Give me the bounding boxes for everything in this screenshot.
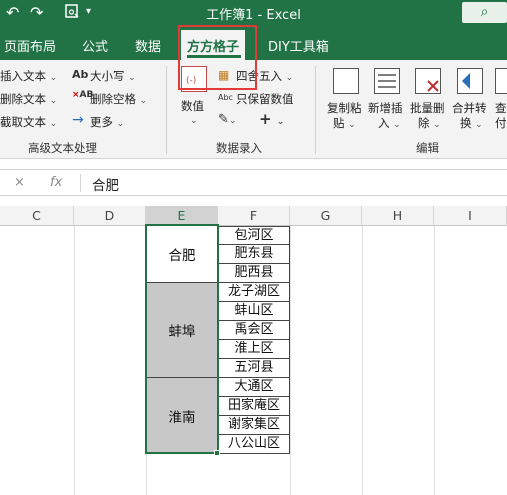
cell-f[interactable]: 淮上区: [218, 340, 290, 359]
grid-line: [74, 226, 75, 495]
batch-delete-button[interactable]: 批量删: [410, 100, 445, 116]
column-header-g[interactable]: G: [290, 206, 362, 226]
case-icon: Ab: [72, 68, 89, 81]
insert-button[interactable]: 新增插: [368, 100, 403, 116]
plus-icon[interactable]: + ⌄: [259, 110, 284, 128]
tab-formulas[interactable]: 公式: [82, 36, 108, 55]
cell-f[interactable]: 田家庵区: [218, 397, 290, 416]
insert-icon: [374, 68, 400, 94]
grid-line: [290, 226, 291, 495]
group-label-text-processing: 高级文本处理: [28, 141, 97, 155]
arrow-right-icon: →: [72, 112, 84, 128]
title-bar: ↶ ↷ ▾ 工作簿1 - Excel ⌕: [0, 0, 507, 26]
cell-f[interactable]: 蚌山区: [218, 302, 290, 321]
group-separator: [315, 66, 316, 154]
lookup-button[interactable]: 查: [495, 100, 507, 116]
column-header-c[interactable]: C: [0, 206, 74, 226]
column-header-e[interactable]: E: [146, 206, 218, 226]
column-header-i[interactable]: I: [434, 206, 507, 226]
value-button[interactable]: 数值: [181, 98, 204, 114]
tab-diy-toolbox[interactable]: DIY工具箱: [268, 36, 329, 55]
formula-divider: [80, 174, 81, 192]
merged-cell-huainan[interactable]: 淮南: [146, 378, 218, 454]
case-button[interactable]: 大小写 ⌄: [90, 68, 136, 84]
window-title: 工作簿1 - Excel: [206, 8, 301, 23]
merged-cell-hefei[interactable]: 合肥: [146, 226, 218, 283]
lookup-icon: [495, 68, 507, 94]
cell-f[interactable]: 八公山区: [218, 435, 290, 454]
batch-delete-icon: [415, 68, 441, 94]
column-header-f[interactable]: F: [218, 206, 290, 226]
cell-f[interactable]: 谢家集区: [218, 416, 290, 435]
cell-f[interactable]: 包河区: [218, 226, 290, 245]
highlight-box: [178, 25, 257, 90]
merge-convert-icon: [457, 68, 483, 94]
merge-convert-button[interactable]: 合并转: [452, 100, 487, 116]
more-button[interactable]: 更多 ⌄: [90, 114, 124, 130]
search-button[interactable]: ⌕: [462, 2, 507, 23]
remove-space-button[interactable]: 删除空格 ⌄: [90, 91, 147, 107]
value-chevron-icon[interactable]: ⌄: [190, 116, 198, 126]
grid-line: [362, 226, 363, 495]
delete-text-button[interactable]: 删除文本 ⌄: [0, 91, 57, 107]
cell-f[interactable]: 龙子湖区: [218, 283, 290, 302]
merged-cell-bengbu[interactable]: 蚌埠: [146, 283, 218, 378]
group-separator: [166, 66, 167, 154]
lookup-button-line2[interactable]: 付: [495, 115, 507, 131]
copy-paste-icon: [333, 68, 359, 94]
fill-handle[interactable]: [214, 450, 220, 456]
copy-paste-button[interactable]: 复制粘: [327, 100, 362, 116]
extract-text-button[interactable]: 截取文本 ⌄: [0, 114, 57, 130]
formula-area: × fx 合肥: [0, 160, 507, 206]
merge-convert-button-line2[interactable]: 换 ⌄: [460, 115, 483, 131]
search-icon: ⌕: [480, 4, 489, 20]
abc-icon: Abc: [218, 93, 233, 102]
cell-f[interactable]: 五河县: [218, 359, 290, 378]
cell-f[interactable]: 大通区: [218, 378, 290, 397]
insert-button-line2[interactable]: 入 ⌄: [378, 115, 401, 131]
group-label-edit: 编辑: [416, 141, 439, 155]
edit-icon[interactable]: ✎⌄: [218, 112, 236, 127]
cancel-icon[interactable]: ×: [14, 175, 25, 190]
formula-input[interactable]: 合肥: [92, 174, 119, 194]
column-header-d[interactable]: D: [74, 206, 146, 226]
column-header-h[interactable]: H: [362, 206, 434, 226]
copy-paste-button-line2[interactable]: 贴 ⌄: [333, 115, 356, 131]
tab-page-layout[interactable]: 页面布局: [4, 36, 56, 55]
insert-text-button[interactable]: 插入文本 ⌄: [0, 68, 57, 84]
grid-line: [434, 226, 435, 495]
tab-data[interactable]: 数据: [135, 36, 161, 55]
cell-f[interactable]: 肥东县: [218, 245, 290, 264]
insert-function-icon[interactable]: fx: [50, 175, 62, 190]
cell-f[interactable]: 肥西县: [218, 264, 290, 283]
cell-f[interactable]: 禹会区: [218, 321, 290, 340]
batch-delete-button-line2[interactable]: 除 ⌄: [418, 115, 441, 131]
formula-bar: × fx 合肥: [0, 169, 507, 196]
keep-numbers-button[interactable]: 只保留数值: [236, 91, 294, 107]
group-label-data-entry: 数据录入: [216, 141, 262, 155]
